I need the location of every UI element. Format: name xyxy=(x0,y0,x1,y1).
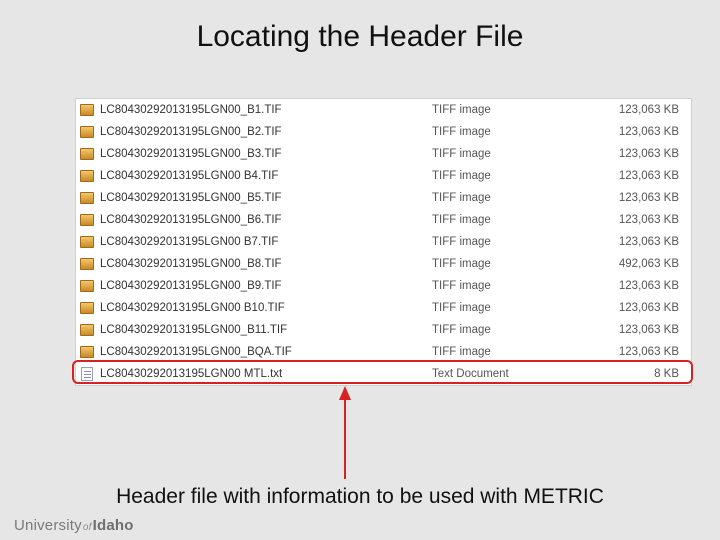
file-size: 123,063 KB xyxy=(568,302,691,314)
file-type: TIFF image xyxy=(428,346,568,358)
file-size: 123,063 KB xyxy=(568,170,691,182)
brand-of: of xyxy=(82,522,93,533)
file-name: LC80430292013195LGN00_B1.TIF xyxy=(98,104,428,116)
file-type: TIFF image xyxy=(428,104,568,116)
file-row[interactable]: LC80430292013195LGN00_B6.TIFTIFF image12… xyxy=(76,209,691,231)
file-type: TIFF image xyxy=(428,214,568,226)
file-size: 123,063 KB xyxy=(568,148,691,160)
image-file-icon xyxy=(76,302,98,314)
file-row[interactable]: LC80430292013195LGN00_BQA.TIFTIFF image1… xyxy=(76,341,691,363)
file-size: 492,063 KB xyxy=(568,258,691,270)
page-title: Locating the Header File xyxy=(0,20,720,54)
file-size: 123,063 KB xyxy=(568,104,691,116)
file-size: 8 KB xyxy=(568,368,691,380)
file-row[interactable]: LC80430292013195LGN00_B11.TIFTIFF image1… xyxy=(76,319,691,341)
file-name: LC80430292013195LGN00 MTL.txt xyxy=(98,368,428,380)
file-size: 123,063 KB xyxy=(568,324,691,336)
file-size: 123,063 KB xyxy=(568,214,691,226)
file-name: LC80430292013195LGN00_B5.TIF xyxy=(98,192,428,204)
file-row[interactable]: LC80430292013195LGN00 B7.TIFTIFF image12… xyxy=(76,231,691,253)
file-name: LC80430292013195LGN00 B4.TIF xyxy=(98,170,428,182)
file-row[interactable]: LC80430292013195LGN00_B3.TIFTIFF image12… xyxy=(76,143,691,165)
file-type: TIFF image xyxy=(428,258,568,270)
file-type: TIFF image xyxy=(428,148,568,160)
file-name: LC80430292013195LGN00_B9.TIF xyxy=(98,280,428,292)
file-name: LC80430292013195LGN00 B7.TIF xyxy=(98,236,428,248)
image-file-icon xyxy=(76,170,98,182)
file-row[interactable]: LC80430292013195LGN00 MTL.txtText Docume… xyxy=(76,363,691,385)
file-name: LC80430292013195LGN00_B3.TIF xyxy=(98,148,428,160)
file-size: 123,063 KB xyxy=(568,126,691,138)
image-file-icon xyxy=(76,104,98,116)
file-size: 123,063 KB xyxy=(568,192,691,204)
image-file-icon xyxy=(76,324,98,336)
brand-part2: Idaho xyxy=(93,517,134,534)
image-file-icon xyxy=(76,236,98,248)
file-type: TIFF image xyxy=(428,170,568,182)
file-type: Text Document xyxy=(428,368,568,380)
file-name: LC80430292013195LGN00_B2.TIF xyxy=(98,126,428,138)
file-name: LC80430292013195LGN00_BQA.TIF xyxy=(98,346,428,358)
image-file-icon xyxy=(76,126,98,138)
university-logo: UniversityofIdaho xyxy=(14,517,134,534)
file-list: LC80430292013195LGN00_B1.TIFTIFF image12… xyxy=(75,98,692,386)
file-name: LC80430292013195LGN00_B6.TIF xyxy=(98,214,428,226)
file-type: TIFF image xyxy=(428,302,568,314)
image-file-icon xyxy=(76,258,98,270)
file-size: 123,063 KB xyxy=(568,236,691,248)
file-row[interactable]: LC80430292013195LGN00_B1.TIFTIFF image12… xyxy=(76,99,691,121)
image-file-icon xyxy=(76,214,98,226)
image-file-icon xyxy=(76,192,98,204)
image-file-icon xyxy=(76,148,98,160)
file-row[interactable]: LC80430292013195LGN00_B8.TIFTIFF image49… xyxy=(76,253,691,275)
file-size: 123,063 KB xyxy=(568,346,691,358)
file-row[interactable]: LC80430292013195LGN00_B9.TIFTIFF image12… xyxy=(76,275,691,297)
file-type: TIFF image xyxy=(428,324,568,336)
file-type: TIFF image xyxy=(428,280,568,292)
image-file-icon xyxy=(76,346,98,358)
file-row[interactable]: LC80430292013195LGN00_B5.TIFTIFF image12… xyxy=(76,187,691,209)
file-name: LC80430292013195LGN00 B10.TIF xyxy=(98,302,428,314)
file-row[interactable]: LC80430292013195LGN00 B10.TIFTIFF image1… xyxy=(76,297,691,319)
file-row[interactable]: LC80430292013195LGN00_B2.TIFTIFF image12… xyxy=(76,121,691,143)
file-name: LC80430292013195LGN00_B11.TIF xyxy=(98,324,428,336)
caption-text: Header file with information to be used … xyxy=(0,485,720,509)
file-type: TIFF image xyxy=(428,236,568,248)
image-file-icon xyxy=(76,280,98,292)
brand-part1: University xyxy=(14,517,82,534)
file-type: TIFF image xyxy=(428,126,568,138)
file-size: 123,063 KB xyxy=(568,280,691,292)
file-name: LC80430292013195LGN00_B8.TIF xyxy=(98,258,428,270)
file-type: TIFF image xyxy=(428,192,568,204)
text-file-icon xyxy=(76,367,98,381)
file-row[interactable]: LC80430292013195LGN00 B4.TIFTIFF image12… xyxy=(76,165,691,187)
